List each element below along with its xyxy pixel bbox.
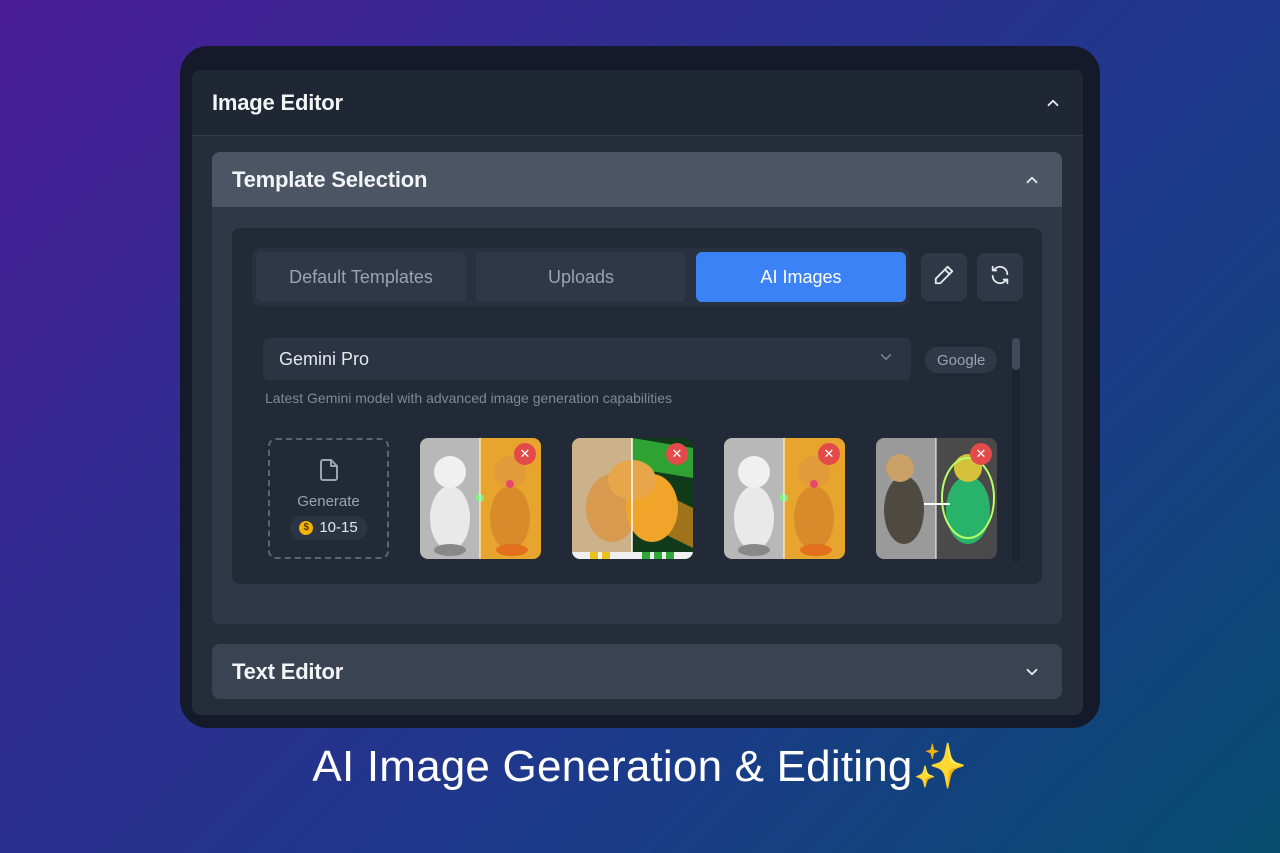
- provider-badge: Google: [925, 347, 998, 373]
- chevron-down-icon[interactable]: [1022, 662, 1042, 682]
- scrollbar-thumb[interactable]: [1012, 338, 1020, 370]
- file-icon: [317, 458, 341, 487]
- section-title: Template Selection: [232, 166, 428, 192]
- tab-ai-images[interactable]: AI Images: [696, 252, 906, 302]
- model-select-value: Gemini Pro: [279, 348, 370, 369]
- cost-value: 10-15: [319, 519, 358, 536]
- model-description: Latest Gemini model with advanced image …: [265, 390, 673, 406]
- tab-uploads[interactable]: Uploads: [476, 252, 686, 302]
- template-tabs: Default Templates Uploads AI Images: [252, 248, 910, 306]
- ai-image-thumbnail[interactable]: ✕: [724, 438, 845, 559]
- generate-button[interactable]: Generate $ 10-15: [268, 438, 389, 559]
- section-title: Text Editor: [232, 658, 344, 684]
- generate-label: Generate: [297, 492, 360, 510]
- ai-image-thumbnail[interactable]: ✕: [420, 438, 541, 559]
- remove-image-icon[interactable]: ✕: [970, 443, 992, 465]
- coin-icon: $: [299, 520, 314, 535]
- panel-title: Image Editor: [212, 89, 343, 115]
- remove-image-icon[interactable]: ✕: [514, 443, 536, 465]
- image-editor-panel: Image Editor Template Selection Default …: [192, 70, 1083, 715]
- chevron-down-icon: [877, 348, 895, 371]
- edit-button[interactable]: [921, 253, 967, 301]
- text-editor-header[interactable]: Text Editor: [212, 644, 1062, 699]
- text-editor-section: Text Editor: [212, 644, 1062, 699]
- tab-default-templates[interactable]: Default Templates: [256, 252, 466, 302]
- chevron-up-icon[interactable]: [1043, 93, 1063, 113]
- template-selection-header[interactable]: Template Selection: [212, 152, 1062, 207]
- remove-image-icon[interactable]: ✕: [666, 443, 688, 465]
- refresh-icon: [989, 264, 1011, 291]
- pencil-icon: [933, 264, 955, 291]
- template-content: Default Templates Uploads AI Images Gemi…: [232, 228, 1042, 584]
- template-selection-section: Template Selection Default Templates Upl…: [212, 152, 1062, 624]
- model-select[interactable]: Gemini Pro: [263, 338, 911, 380]
- scrollbar[interactable]: [1012, 338, 1020, 562]
- image-editor-header[interactable]: Image Editor: [192, 70, 1083, 136]
- device-frame: Image Editor Template Selection Default …: [180, 46, 1100, 728]
- feature-caption: AI Image Generation & Editing✨: [312, 742, 968, 791]
- ai-image-thumbnail[interactable]: ✕: [572, 438, 693, 559]
- ai-image-thumbnail[interactable]: ✕: [876, 438, 997, 559]
- cost-badge: $ 10-15: [290, 515, 367, 540]
- chevron-up-icon[interactable]: [1022, 170, 1042, 190]
- remove-image-icon[interactable]: ✕: [818, 443, 840, 465]
- refresh-button[interactable]: [977, 253, 1023, 301]
